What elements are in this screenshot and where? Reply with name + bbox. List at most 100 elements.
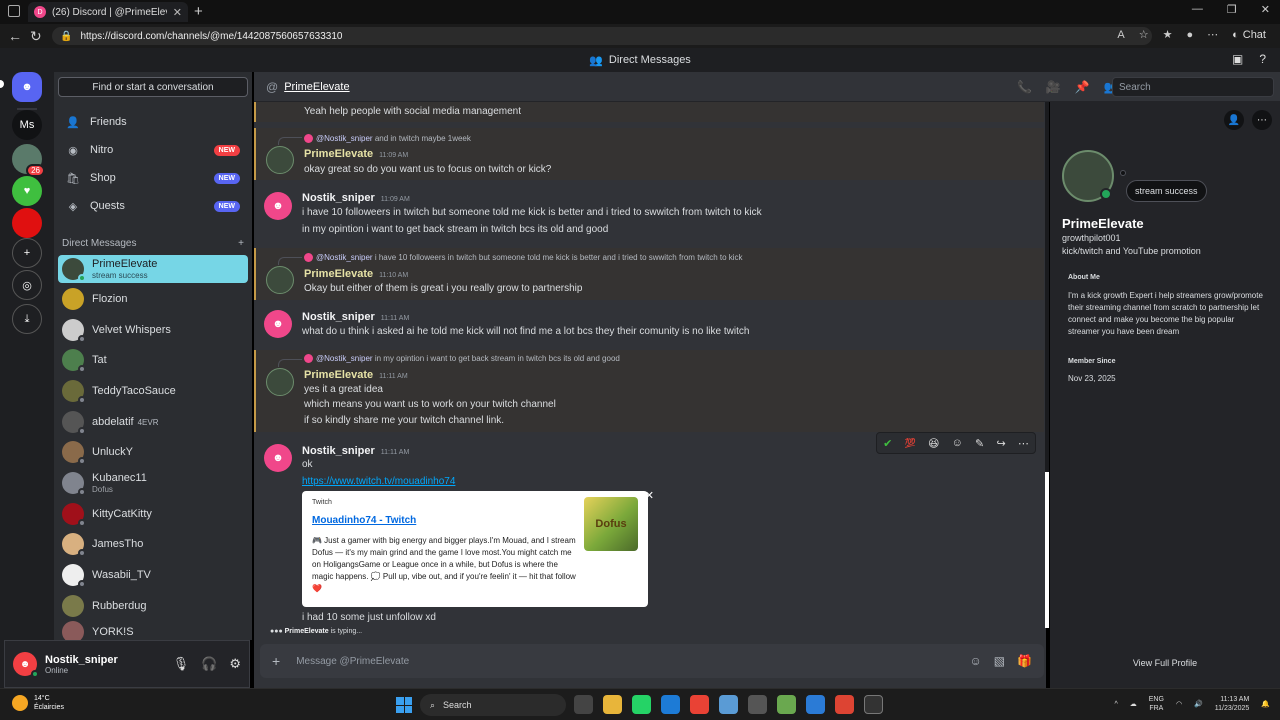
url-field[interactable]: 🔒 https://discord.com/channels/@me/14420… <box>52 27 1152 45</box>
app-terminal-icon[interactable] <box>864 695 883 714</box>
user-avatar[interactable]: ☻ <box>13 652 39 678</box>
author-name[interactable]: Nostik_sniper <box>302 445 375 457</box>
app-red-icon[interactable] <box>835 695 854 714</box>
profile-more-icon[interactable]: ⋯ <box>1252 110 1272 130</box>
server-red[interactable] <box>12 208 42 238</box>
reply-preview[interactable]: @Nostik_sniper in my opintion i want to … <box>304 354 620 364</box>
dm-item-kubanec11[interactable]: Kubanec11 Dofus <box>58 469 248 497</box>
maximize-icon[interactable]: ❐ <box>1227 3 1237 16</box>
read-aloud-icon[interactable]: A <box>1117 29 1124 41</box>
author-name[interactable]: PrimeElevate <box>304 148 373 160</box>
remove-embed-icon[interactable]: ✕ <box>645 489 654 502</box>
tab-actions-icon[interactable] <box>8 5 20 17</box>
profile-avatar[interactable] <box>1062 150 1114 202</box>
nav-nitro[interactable]: ◉ Nitro NEW <box>58 137 248 163</box>
message-input[interactable] <box>296 655 954 667</box>
avatar[interactable] <box>266 266 294 294</box>
dm-item-unlucky[interactable]: UnluckY <box>58 438 248 466</box>
new-tab-icon[interactable]: + <box>194 3 203 20</box>
dm-item-primeelevate[interactable]: PrimeElevate stream success <box>58 255 248 283</box>
dm-item-rubberdug[interactable]: Rubberdug <box>58 592 248 620</box>
favorite-star-icon[interactable]: ☆ <box>1139 28 1149 41</box>
whatsapp-icon[interactable] <box>632 695 651 714</box>
server-green-heart[interactable]: ♥ <box>12 176 42 206</box>
author-name[interactable]: Nostik_sniper <box>302 192 375 204</box>
browser-tab[interactable]: D (26) Discord | @PrimeElevate ✕ <box>28 2 188 22</box>
dm-item-kittycatkitty[interactable]: KittyCatKitty <box>58 500 248 528</box>
weather-widget[interactable]: 14°C Éclaircies <box>12 694 64 712</box>
close-tab-icon[interactable]: ✕ <box>173 6 182 19</box>
avatar[interactable] <box>266 368 294 396</box>
view-full-profile-button[interactable]: View Full Profile <box>1050 658 1280 668</box>
pinned-messages-icon[interactable]: 📌 <box>1075 80 1090 94</box>
direct-messages-home-button[interactable]: ☻ <box>12 72 42 102</box>
language-switch[interactable]: ENG FRA <box>1149 695 1164 713</box>
deafen-headphones-icon[interactable]: 🎧 <box>201 656 217 672</box>
chrome-icon[interactable] <box>690 695 709 714</box>
discover-button[interactable]: ◎ <box>12 270 42 300</box>
dm-item-wasabii-tv[interactable]: Wasabii_TV <box>58 561 248 589</box>
taskbar-search[interactable]: ⌕ Search <box>420 694 566 716</box>
help-icon[interactable]: ? <box>1259 52 1266 66</box>
start-button-icon[interactable] <box>396 697 412 713</box>
voice-call-icon[interactable]: 📞 <box>1017 80 1032 94</box>
search-input[interactable]: Search <box>1112 77 1274 97</box>
add-friend-icon[interactable]: 👤 <box>1224 110 1244 130</box>
wifi-icon[interactable]: ◠ <box>1176 700 1182 708</box>
volume-icon[interactable]: 🔊 <box>1194 700 1203 708</box>
author-name[interactable]: PrimeElevate <box>304 268 373 280</box>
chat-scrollbar[interactable] <box>1045 102 1049 628</box>
author-name[interactable]: Nostik_sniper <box>302 311 375 323</box>
sticker-icon[interactable]: ▧ <box>994 654 1005 668</box>
dm-item-jamestho[interactable]: JamesTho <box>58 530 248 558</box>
video-call-icon[interactable]: 🎥 <box>1046 80 1061 94</box>
site-info-icon[interactable]: 🔒 <box>60 31 72 42</box>
steam-icon[interactable] <box>748 695 767 714</box>
nav-quests[interactable]: ◈ Quests NEW <box>58 193 248 219</box>
copilot-chat-button[interactable]: ◐ Chat <box>1232 29 1266 41</box>
create-dm-icon[interactable]: + <box>238 238 244 249</box>
task-view-icon[interactable] <box>574 695 593 714</box>
dm-item-flozion[interactable]: Flozion <box>58 285 248 313</box>
gift-icon[interactable]: 🎁 <box>1017 654 1032 668</box>
minimize-icon[interactable]: — <box>1192 3 1203 16</box>
reply-preview[interactable]: @Nostik_sniper i have 10 followeers in t… <box>304 253 743 263</box>
embed-thumbnail[interactable]: Dofus <box>584 497 638 551</box>
more-icon[interactable]: ⋯ <box>1207 28 1218 41</box>
download-apps-button[interactable]: ⤓ <box>12 304 42 334</box>
dm-item-teddytacosauce[interactable]: TeddyTacoSauce <box>58 377 248 405</box>
paint-icon[interactable] <box>719 695 738 714</box>
reply-preview[interactable]: @Nostik_sniper and in twitch maybe 1week <box>304 134 471 144</box>
add-server-button[interactable]: + <box>12 238 42 268</box>
close-window-icon[interactable]: ✕ <box>1261 3 1270 16</box>
profile-icon[interactable]: ● <box>1186 29 1193 41</box>
refresh-icon[interactable]: ↻ <box>30 28 42 45</box>
avatar[interactable]: ☻ <box>264 192 292 220</box>
emoji-icon[interactable]: ☺ <box>969 654 981 668</box>
chat-header-name[interactable]: PrimeElevate <box>284 81 349 93</box>
back-icon[interactable]: ← <box>8 28 22 44</box>
server-unread[interactable]: 26 <box>12 144 45 177</box>
avatar[interactable] <box>266 146 294 174</box>
nav-friends[interactable]: 👤 Friends <box>58 109 248 135</box>
settings-gear-icon[interactable]: ⚙ <box>229 656 241 672</box>
app-blue-icon[interactable] <box>806 695 825 714</box>
favorites-icon[interactable]: ★ <box>1163 28 1173 41</box>
scroll-thumb[interactable] <box>1045 472 1049 628</box>
twitch-link[interactable]: https://www.twitch.tv/mouadinho74 <box>302 476 455 487</box>
show-hidden-icons-icon[interactable]: ^ <box>1114 701 1117 708</box>
file-explorer-icon[interactable] <box>603 695 622 714</box>
cloud-icon[interactable]: ☁ <box>1130 700 1137 708</box>
find-conversation-button[interactable]: Find or start a conversation <box>58 77 248 97</box>
dm-item-abdelatif[interactable]: abdelatif 4EVR <box>58 408 248 436</box>
mute-microphone-icon[interactable]: 🎙 <box>173 656 190 672</box>
notifications-icon[interactable]: 🔔 <box>1261 700 1270 708</box>
inbox-icon[interactable]: ▣ <box>1232 52 1243 66</box>
nav-shop[interactable]: 🛍 Shop NEW <box>58 165 248 191</box>
embed-title[interactable]: Mouadinho74 - Twitch <box>312 515 416 526</box>
app-green-icon[interactable] <box>777 695 796 714</box>
avatar[interactable]: ☻ <box>264 310 292 338</box>
author-name[interactable]: PrimeElevate <box>304 369 373 381</box>
dm-item-tat[interactable]: Tat <box>58 346 248 374</box>
dm-item-velvet-whispers[interactable]: Velvet Whispers <box>58 316 248 344</box>
